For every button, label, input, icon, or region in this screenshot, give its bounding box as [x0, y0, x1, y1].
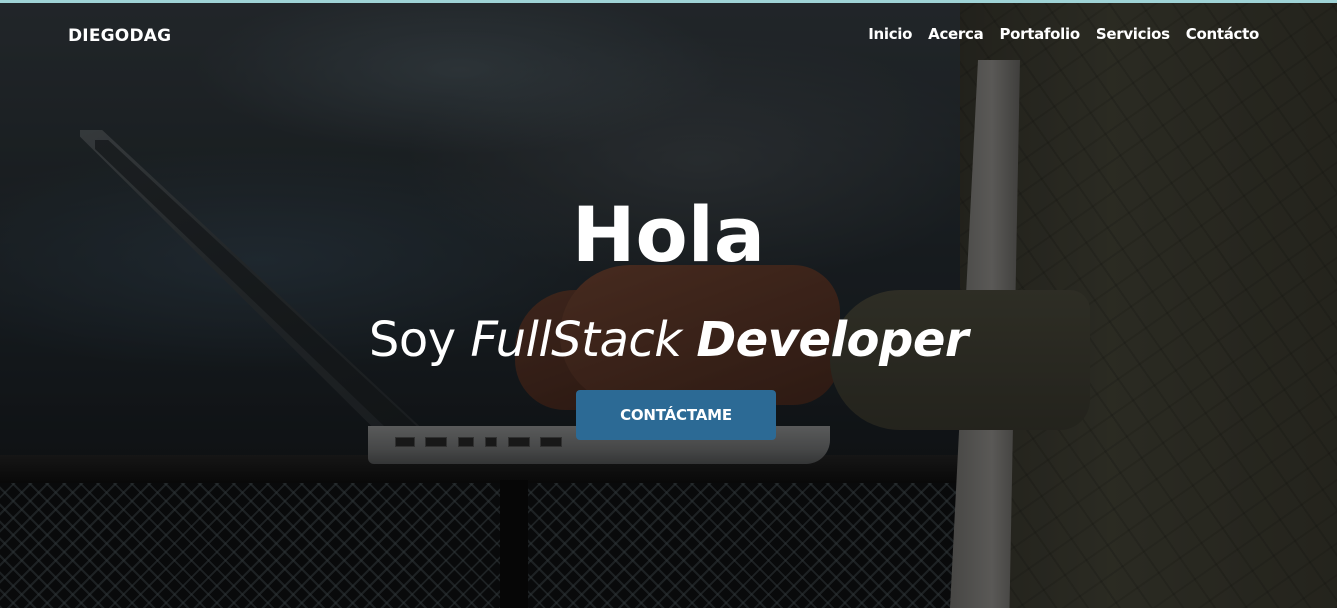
subtitle-word-developer: Developer — [696, 312, 969, 368]
subtitle-word-soy: Soy — [368, 312, 456, 368]
hero-section: DIEGODAG Inicio Acerca Portafolio Servic… — [0, 0, 1337, 608]
top-accent-line — [0, 0, 1337, 3]
nav-item-portafolio[interactable]: Portafolio — [999, 25, 1080, 43]
subtitle-word-fullstack: FullStack — [470, 312, 682, 368]
contact-me-button[interactable]: CONTÁCTAME — [576, 390, 776, 440]
nav-item-acerca[interactable]: Acerca — [928, 25, 984, 43]
brand-logo[interactable]: DIEGODAG — [68, 26, 171, 46]
nav-item-servicios[interactable]: Servicios — [1096, 25, 1170, 43]
nav-item-contacto[interactable]: Contácto — [1186, 25, 1260, 43]
hero-subtitle: Soy FullStack Developer — [0, 310, 1337, 370]
nav-item-inicio[interactable]: Inicio — [868, 25, 912, 43]
hero-title: Hola — [571, 190, 766, 279]
dark-overlay — [0, 0, 1337, 608]
main-nav: Inicio Acerca Portafolio Servicios Contá… — [868, 25, 1259, 43]
